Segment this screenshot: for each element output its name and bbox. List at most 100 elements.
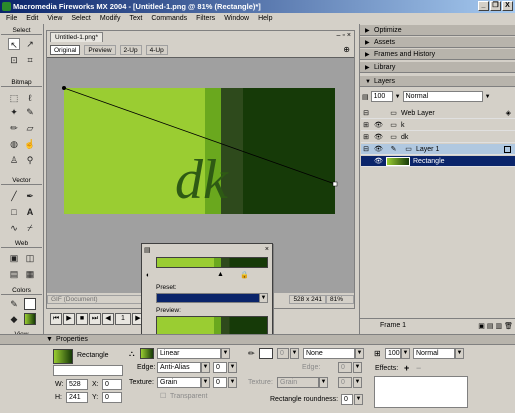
- expand-toggle-icon[interactable]: ⊞: [361, 133, 371, 141]
- blur-tool-icon[interactable]: ◍: [8, 138, 20, 150]
- tab-preview[interactable]: Preview: [84, 44, 116, 55]
- library-panel-header[interactable]: ▶ Library: [360, 62, 515, 73]
- roundness-dropdown-icon[interactable]: ▼: [354, 394, 363, 405]
- add-effect-icon[interactable]: +: [404, 363, 409, 374]
- doc-minimize-icon[interactable]: –: [337, 32, 341, 39]
- layer-row[interactable]: ⊞ 👁 ▭ dk: [361, 132, 515, 143]
- eye-icon[interactable]: 👁: [371, 145, 386, 153]
- eye-icon[interactable]: 👁: [371, 133, 386, 141]
- stroke-type-dropdown-icon[interactable]: ▼: [355, 348, 364, 359]
- menu-select[interactable]: Select: [71, 13, 90, 24]
- text-tool-icon[interactable]: A: [24, 206, 36, 218]
- prev-frame-icon[interactable]: ◀: [102, 313, 114, 325]
- roundness-field[interactable]: 0: [341, 394, 353, 405]
- width-field[interactable]: 528: [66, 379, 88, 390]
- layer-row[interactable]: 👁 Rectangle: [361, 156, 515, 167]
- stroke-color-box[interactable]: [259, 348, 273, 359]
- edge-dropdown-icon[interactable]: ▼: [201, 362, 210, 373]
- opacity-stop-lock-icon[interactable]: 🔒: [240, 271, 249, 279]
- play-icon[interactable]: ▶: [63, 313, 75, 325]
- close-button[interactable]: X: [502, 1, 513, 11]
- texture-amount[interactable]: 0: [213, 377, 227, 388]
- rubber-stamp-tool-icon[interactable]: ♙: [8, 154, 20, 166]
- assets-panel-header[interactable]: ▶ Assets: [360, 37, 515, 48]
- frame-indicator[interactable]: Frame 1: [380, 322, 406, 329]
- stroke-type-select[interactable]: None: [303, 348, 355, 359]
- first-frame-icon[interactable]: ⏮: [50, 313, 62, 325]
- layer-row[interactable]: ⊟ 👁 ✎ ▭ Layer 1: [361, 144, 515, 155]
- pencil-tool-icon[interactable]: ✏: [8, 122, 20, 134]
- stroke-color-swatch[interactable]: [24, 298, 36, 310]
- eraser-tool-icon[interactable]: ▱: [24, 122, 36, 134]
- edge-select[interactable]: Anti-Alias: [157, 362, 201, 373]
- doc-restore-icon[interactable]: ▫: [342, 32, 344, 39]
- object-name-field[interactable]: [53, 365, 123, 376]
- y-field[interactable]: 0: [102, 392, 122, 403]
- stroke-edge-field[interactable]: 0: [338, 362, 352, 373]
- layer-select-box[interactable]: [504, 145, 511, 153]
- color-stop-left-icon[interactable]: ◐: [146, 272, 150, 279]
- layers-panel-header[interactable]: ▼ Layers: [360, 76, 515, 87]
- texture-dropdown-icon[interactable]: ▼: [201, 377, 210, 388]
- layer-opacity[interactable]: 100: [370, 91, 393, 102]
- properties-header[interactable]: ▼ Properties: [0, 335, 515, 345]
- texture-amount-dropdown-icon[interactable]: ▼: [228, 377, 237, 388]
- opacity-dropdown-icon[interactable]: ▼: [395, 94, 401, 100]
- crop-tool-icon[interactable]: ⌗: [24, 54, 36, 66]
- duplicate-layer-icon[interactable]: ▥: [495, 322, 502, 330]
- fill-color-swatch[interactable]: [24, 313, 36, 325]
- subselect-tool-icon[interactable]: ↗: [24, 38, 36, 50]
- gradient-ramp[interactable]: [156, 257, 268, 268]
- slice-tool-icon[interactable]: ◫: [24, 252, 36, 264]
- stroke-texture-select[interactable]: Grain: [277, 377, 319, 388]
- remove-effect-icon[interactable]: −: [416, 363, 421, 374]
- frames-history-panel-header[interactable]: ▶ Frames and History: [360, 49, 515, 60]
- doc-close-icon[interactable]: ×: [347, 32, 351, 39]
- minimize-button[interactable]: _: [478, 1, 489, 11]
- layer-blend-mode[interactable]: Normal: [402, 91, 483, 102]
- menu-help[interactable]: Help: [258, 13, 272, 24]
- canvas-text-dk[interactable]: dk: [175, 149, 229, 211]
- texture-select[interactable]: Grain: [157, 377, 201, 388]
- scale-tool-icon[interactable]: ⊡: [8, 54, 20, 66]
- fill-type-select[interactable]: Linear: [157, 348, 221, 359]
- hide-slices-icon[interactable]: ▤: [8, 268, 20, 280]
- eyedropper-tool-icon[interactable]: ⚲: [24, 154, 36, 166]
- menu-commands[interactable]: Commands: [151, 13, 187, 24]
- transparent-checkbox-icon[interactable]: ☐: [160, 391, 166, 402]
- delete-layer-icon[interactable]: 🗑: [504, 322, 513, 330]
- marquee-tool-icon[interactable]: ⬚: [8, 92, 20, 104]
- fill-color-box[interactable]: [140, 348, 154, 359]
- new-bitmap-icon[interactable]: ▣: [478, 322, 485, 330]
- hotspot-tool-icon[interactable]: ▣: [8, 252, 20, 264]
- menu-file[interactable]: File: [6, 13, 17, 24]
- object-opacity-field[interactable]: 100: [385, 348, 401, 359]
- gradient-end-handle[interactable]: [332, 181, 338, 187]
- color-stop-marker-icon[interactable]: ▲: [217, 271, 224, 278]
- blend-dropdown-icon[interactable]: ▼: [485, 94, 491, 100]
- menu-text[interactable]: Text: [129, 13, 142, 24]
- effects-list[interactable]: [374, 376, 468, 408]
- menu-view[interactable]: View: [47, 13, 62, 24]
- stroke-texture-amount-dropdown-icon[interactable]: ▼: [353, 377, 362, 388]
- fill-type-dropdown-icon[interactable]: ▼: [221, 348, 230, 359]
- menu-filters[interactable]: Filters: [196, 13, 215, 24]
- x-field[interactable]: 0: [102, 379, 122, 390]
- layer-row[interactable]: ⊞ 👁 ▭ k: [361, 120, 515, 131]
- fill-color-icon[interactable]: ◆: [8, 313, 20, 325]
- edge-amount-dropdown-icon[interactable]: ▼: [228, 362, 237, 373]
- document-tab[interactable]: Untitled-1.png*: [50, 32, 103, 42]
- eye-icon[interactable]: 👁: [371, 121, 386, 129]
- rectangle-tool-icon[interactable]: □: [8, 206, 20, 218]
- last-frame-icon[interactable]: ⏭: [89, 313, 101, 325]
- pen-tool-icon[interactable]: ✒: [24, 190, 36, 202]
- pointer-tool-icon[interactable]: ↖: [8, 38, 20, 50]
- quick-export-icon[interactable]: ⊕: [343, 45, 350, 54]
- tab-2up[interactable]: 2-Up: [119, 44, 142, 55]
- tab-4up[interactable]: 4-Up: [145, 44, 168, 55]
- stroke-edge-dropdown-icon[interactable]: ▼: [353, 362, 362, 373]
- object-blend-dropdown-icon[interactable]: ▼: [455, 348, 464, 359]
- knife-tool-icon[interactable]: ⌿: [24, 222, 36, 234]
- layer-row[interactable]: ⊟ ▭ Web Layer ◈: [361, 108, 515, 119]
- brush-tool-icon[interactable]: ✎: [24, 106, 36, 118]
